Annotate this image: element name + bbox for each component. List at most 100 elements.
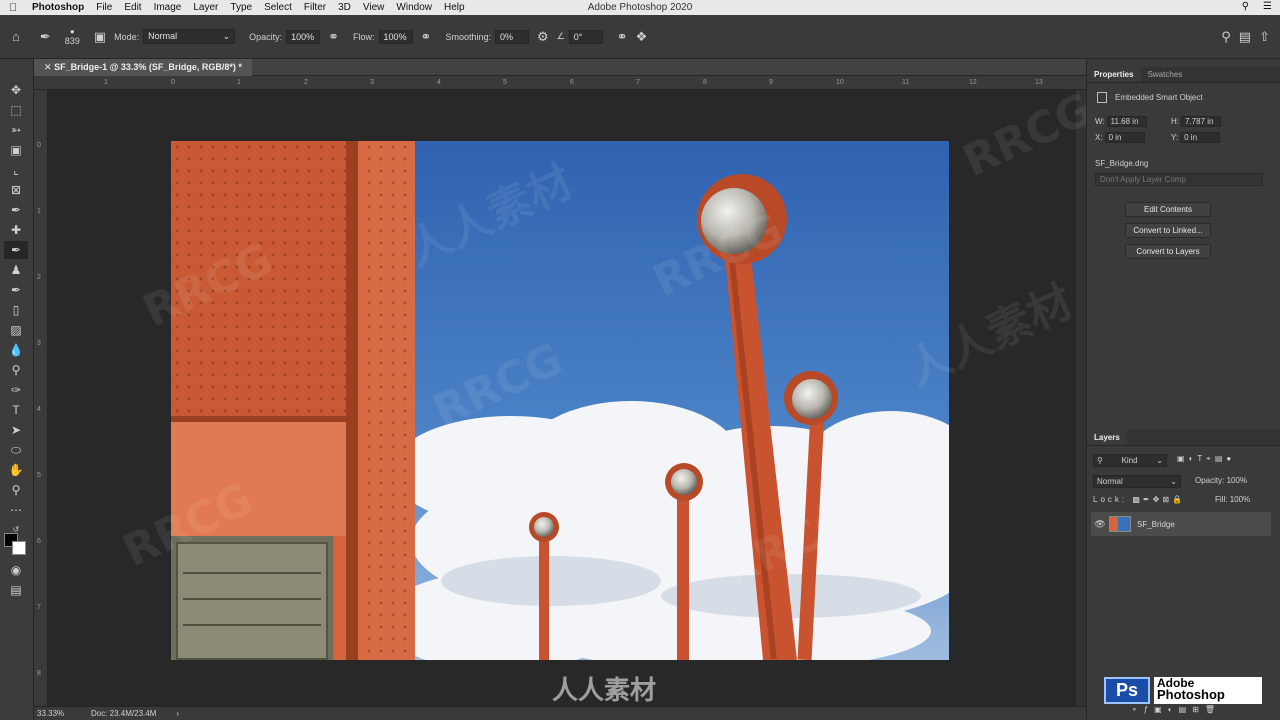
y-input[interactable]: 0 in	[1180, 132, 1221, 143]
opacity-input[interactable]: 100%	[286, 29, 321, 44]
menu-type[interactable]: Type	[224, 2, 258, 13]
convert-to-linked-button[interactable]: Convert to Linked...	[1125, 223, 1211, 238]
lock-transparency-icon[interactable]: ▩	[1132, 495, 1143, 504]
menu-window[interactable]: Window	[390, 2, 438, 13]
lock-position-icon[interactable]: ✥	[1153, 495, 1163, 504]
lock-artboard-icon[interactable]: ⊠	[1162, 495, 1172, 504]
crop-tool-icon[interactable]: ⌞	[4, 161, 28, 179]
group-icon[interactable]: ▤	[1179, 705, 1193, 714]
eraser-tool-icon[interactable]: ▯	[4, 301, 28, 319]
apple-icon[interactable]: 	[0, 2, 26, 14]
menu-image[interactable]: Image	[148, 2, 188, 13]
layer-row[interactable]: 👁 SF_Bridge	[1091, 512, 1271, 536]
symmetry-icon[interactable]: ❖	[636, 29, 648, 45]
path-selection-tool-icon[interactable]: ➤	[4, 421, 28, 439]
gradient-tool-icon[interactable]: ▨	[4, 321, 28, 339]
share-icon[interactable]: ⇧	[1259, 29, 1270, 45]
airbrush-icon[interactable]: ⚭	[421, 29, 432, 45]
horizontal-ruler[interactable]: 1 0 1 2 3 4 5 6 7 8 9 10 11 12 13	[34, 76, 1086, 90]
clone-stamp-tool-icon[interactable]: ♟	[4, 261, 28, 279]
menu-filter[interactable]: Filter	[298, 2, 332, 13]
x-input[interactable]: 0 in	[1104, 132, 1145, 143]
home-icon[interactable]: ⌂	[12, 29, 20, 44]
marquee-tool-icon[interactable]: ⬚	[4, 101, 28, 119]
tab-layers[interactable]: Layers	[1087, 430, 1127, 445]
adjustment-layer-icon[interactable]: ◐	[1168, 705, 1179, 714]
chevron-right-icon[interactable]: ›	[176, 709, 179, 718]
mode-select[interactable]: Normal ⌄	[143, 29, 236, 44]
eye-icon[interactable]: 👁	[1091, 519, 1109, 530]
vertical-scrollbar[interactable]	[1076, 90, 1086, 706]
brush-tool-icon[interactable]: ✒	[4, 241, 28, 259]
menu-edit[interactable]: Edit	[118, 2, 147, 13]
layers-footer: ⚬ƒ▣◐▤⊞🗑	[1131, 705, 1221, 714]
move-tool-icon[interactable]: ✥	[4, 81, 28, 99]
screen-mode-icon[interactable]: ▤	[4, 581, 28, 599]
smart-object-filter-icon[interactable]: ▤	[1215, 454, 1227, 463]
lasso-tool-icon[interactable]: ➳	[4, 121, 28, 139]
healing-brush-tool-icon[interactable]: ✚	[4, 221, 28, 239]
menu-select[interactable]: Select	[258, 2, 298, 13]
tab-properties[interactable]: Properties	[1087, 67, 1141, 82]
workspace-icon[interactable]: ▤	[1239, 29, 1251, 45]
menu-3d[interactable]: 3D	[332, 2, 357, 13]
image-filter-icon[interactable]: ▣	[1177, 454, 1189, 463]
layer-comp-select[interactable]: Don't Apply Layer Comp	[1095, 173, 1263, 186]
new-layer-icon[interactable]: ⊞	[1192, 705, 1205, 714]
menu-layer[interactable]: Layer	[187, 2, 224, 13]
brush-preset-picker[interactable]: ● 839	[65, 27, 80, 46]
layer-opacity-input[interactable]: 100%	[1227, 476, 1247, 485]
smoothing-input[interactable]: 0%	[494, 29, 529, 44]
menu-view[interactable]: View	[357, 2, 391, 13]
zoom-level[interactable]: 33.33%	[37, 709, 85, 718]
menu-help[interactable]: Help	[438, 2, 471, 13]
dodge-tool-icon[interactable]: ⚲	[4, 361, 28, 379]
lock-pixels-icon[interactable]: ✒	[1143, 495, 1153, 504]
menu-list-icon[interactable]: ☰	[1263, 1, 1272, 12]
h-input[interactable]: 7.787 in	[1181, 116, 1221, 127]
menu-file[interactable]: File	[90, 2, 118, 13]
layer-filter-select[interactable]: ⚲ Kind ⌄	[1093, 454, 1167, 467]
pressure-size-icon[interactable]: ⚭	[617, 29, 628, 45]
history-brush-tool-icon[interactable]: ✒	[4, 281, 28, 299]
shape-tool-icon[interactable]: ⬭	[4, 441, 28, 459]
layer-style-icon[interactable]: ƒ	[1144, 705, 1154, 714]
object-select-tool-icon[interactable]: ▣	[4, 141, 28, 159]
edit-contents-button[interactable]: Edit Contents	[1125, 202, 1211, 217]
more-tools-icon[interactable]: ⋯	[4, 501, 28, 519]
filter-toggle-icon[interactable]: ●	[1226, 454, 1235, 463]
w-input[interactable]: 11.68 in	[1106, 116, 1147, 127]
close-icon[interactable]: ✕	[44, 62, 52, 72]
eyedropper-tool-icon[interactable]: ✒	[4, 201, 28, 219]
tab-swatches[interactable]: Swatches	[1141, 67, 1190, 82]
type-filter-icon[interactable]: T	[1197, 454, 1206, 463]
frame-tool-icon[interactable]: ⊠	[4, 181, 28, 199]
gear-icon[interactable]: ⚙	[537, 29, 549, 45]
document-tab[interactable]: ✕ SF_Bridge-1 @ 33.3% (SF_Bridge, RGB/8*…	[34, 59, 252, 76]
flow-input[interactable]: 100%	[378, 29, 413, 44]
shape-filter-icon[interactable]: ⌖	[1206, 454, 1215, 463]
angle-input[interactable]: 0°	[568, 29, 603, 44]
blend-mode-select[interactable]: Normal ⌄	[1093, 475, 1181, 488]
type-tool-icon[interactable]: T	[4, 401, 28, 419]
hand-tool-icon[interactable]: ✋	[4, 461, 28, 479]
fill-input[interactable]: 100%	[1230, 495, 1250, 504]
search-icon[interactable]: ⚲	[1221, 29, 1231, 45]
background-color-swatch[interactable]	[12, 541, 26, 555]
pen-tool-icon[interactable]: ✑	[4, 381, 28, 399]
document-image[interactable]	[171, 141, 949, 660]
link-layers-icon[interactable]: ⚬	[1131, 705, 1144, 714]
vertical-ruler[interactable]: 0 1 2 3 4 5 6 7 8	[34, 90, 48, 706]
quick-mask-icon[interactable]: ◉	[4, 561, 28, 579]
menu-app[interactable]: Photoshop	[26, 2, 90, 13]
layer-mask-icon[interactable]: ▣	[1154, 705, 1168, 714]
search-icon[interactable]: ⚲	[1242, 1, 1249, 12]
trash-icon[interactable]: 🗑	[1205, 705, 1221, 714]
blur-tool-icon[interactable]: 💧	[4, 341, 28, 359]
zoom-tool-icon[interactable]: ⚲	[4, 481, 28, 499]
convert-to-layers-button[interactable]: Convert to Layers	[1125, 244, 1211, 259]
lock-all-icon[interactable]: 🔒	[1172, 495, 1185, 504]
brush-settings-icon[interactable]: ▣	[94, 29, 106, 45]
brush-tool-icon[interactable]: ✒	[40, 29, 51, 45]
pressure-opacity-icon[interactable]: ⚭	[328, 29, 339, 45]
